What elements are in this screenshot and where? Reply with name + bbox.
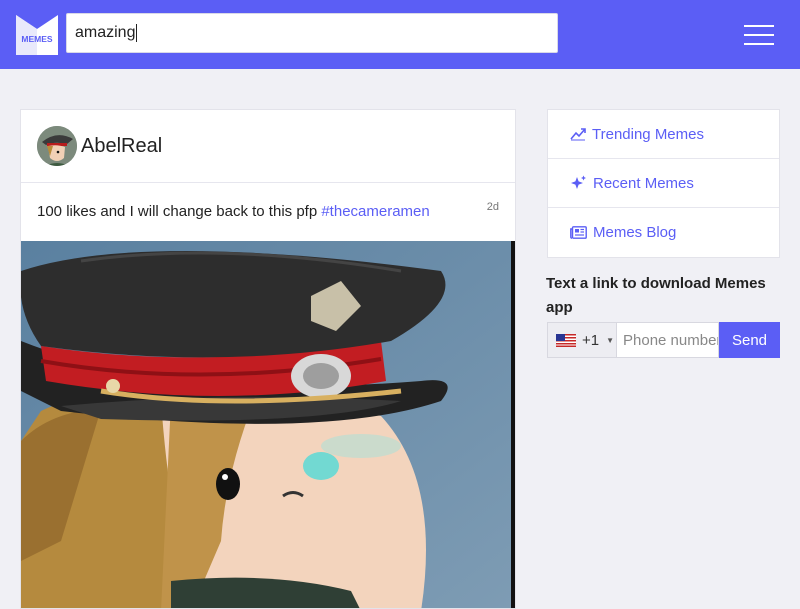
logo-text: MEMES <box>21 34 53 44</box>
sidebar-item-trending[interactable]: Trending Memes <box>548 110 779 159</box>
us-flag-icon <box>556 333 576 347</box>
text-cursor <box>136 24 138 42</box>
sidebar-item-blog[interactable]: Memes Blog <box>548 208 779 257</box>
sidebar-item-label: Trending Memes <box>592 125 704 143</box>
newspaper-icon <box>570 226 587 239</box>
trending-icon <box>570 128 586 141</box>
search-input[interactable]: amazing <box>66 13 558 53</box>
send-button[interactable]: Send <box>719 322 780 358</box>
phone-form: +1 ▼ Phone number Send <box>547 322 780 358</box>
top-navbar: MEMES amazing <box>0 0 800 69</box>
hamburger-icon[interactable] <box>744 25 774 45</box>
meme-image[interactable] <box>21 241 515 608</box>
post-time: 2d <box>486 201 499 213</box>
phone-input-placeholder: Phone number <box>623 331 719 349</box>
memes-logo[interactable]: MEMES <box>16 15 58 55</box>
download-app-text: Text a link to download Memes app <box>546 275 766 316</box>
post-username[interactable]: AbelReal <box>81 135 162 158</box>
sidebar-nav: Trending Memes Recent Memes Memes Blog <box>547 109 780 258</box>
caption-text: 100 likes and I will change back to this… <box>37 203 318 220</box>
country-code: +1 <box>582 331 600 349</box>
search-input-value: amazing <box>75 24 136 41</box>
sidebar-item-label: Recent Memes <box>593 174 694 192</box>
user-avatar[interactable] <box>37 126 77 166</box>
sidebar-item-label: Memes Blog <box>593 224 677 241</box>
hashtag-link[interactable]: #thecameramen <box>321 203 429 220</box>
post-caption: 100 likes and I will change back to this… <box>21 183 515 240</box>
post-header: AbelReal <box>21 110 515 183</box>
sidebar-item-recent[interactable]: Recent Memes <box>548 159 779 208</box>
post-card: AbelReal 100 likes and I will change bac… <box>20 109 516 609</box>
chevron-down-icon: ▼ <box>606 335 615 345</box>
phone-input[interactable]: Phone number <box>617 322 719 358</box>
country-code-select[interactable]: +1 ▼ <box>547 322 617 358</box>
sparkle-icon <box>571 175 586 189</box>
